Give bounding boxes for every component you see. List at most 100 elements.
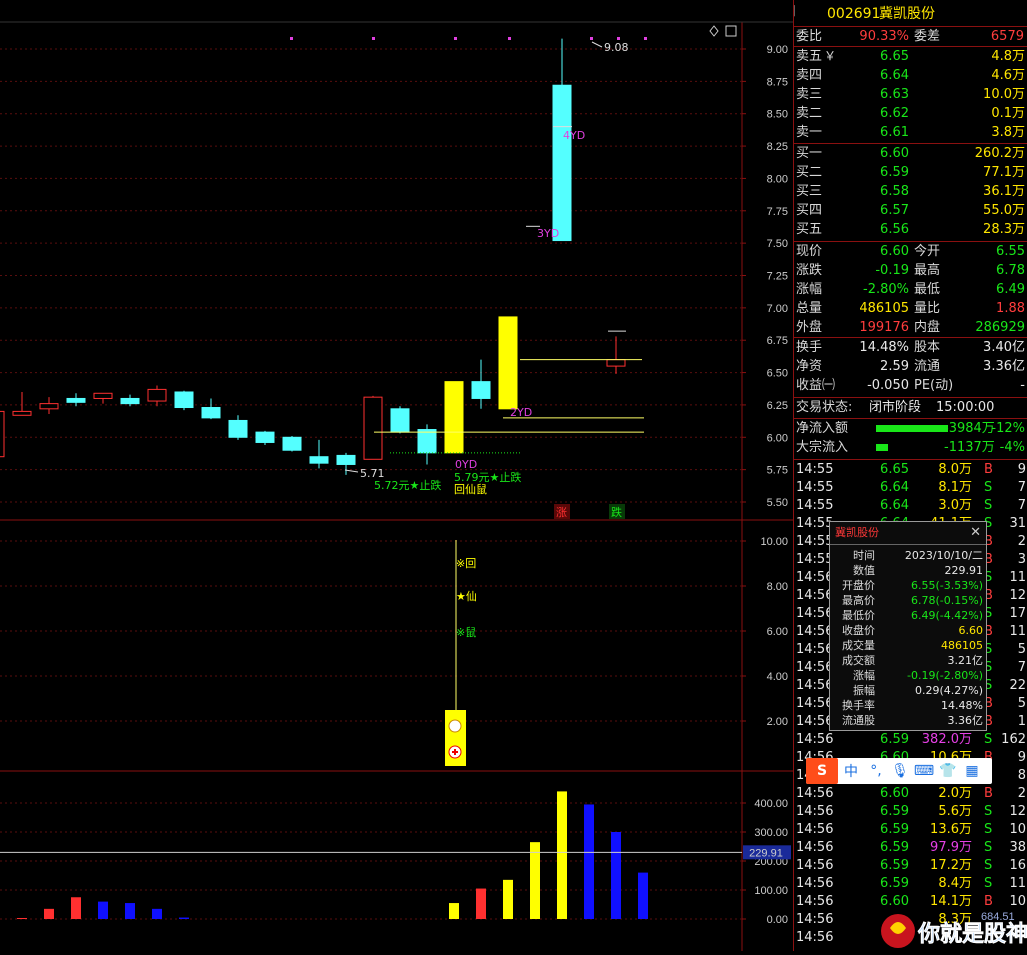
price-axis-label: 6.75	[767, 335, 788, 347]
order-level-label: 买一	[796, 146, 823, 161]
volume-axis-label: 100.00	[754, 885, 788, 897]
order-book-row[interactable]: 卖二 6.62 0.1万	[794, 104, 1027, 123]
tick-volume: 97.9万	[930, 840, 972, 855]
tick-volume: 2.0万	[938, 786, 972, 801]
tooltip-value: 2023/10/10/二	[904, 549, 983, 562]
tick-count: 2	[1017, 786, 1026, 801]
tick-price: 6.60	[880, 786, 909, 801]
ime-chinese-mode[interactable]: 中	[838, 761, 864, 781]
order-book-row[interactable]: 买四 6.57 55.0万	[794, 201, 1027, 220]
tooltip-row: 换手率 14.48%	[830, 698, 986, 713]
quote-value: 6.49	[996, 282, 1025, 297]
order-book-row[interactable]: 买五 6.56 28.3万	[794, 220, 1027, 239]
sogou-logo-icon[interactable]: S	[806, 758, 838, 784]
price-axis-label: 8.00	[767, 173, 788, 185]
tick-time: 14:56	[796, 588, 834, 603]
close-icon[interactable]: ✕	[970, 522, 981, 544]
trade-status-time: 15:00:00	[936, 400, 995, 415]
tick-time: 14:56	[796, 894, 834, 909]
order-book-row[interactable]: 买三 6.58 36.1万	[794, 182, 1027, 201]
order-volume: 260.2万	[974, 146, 1025, 161]
quote-label: 最低	[914, 282, 941, 297]
tick-time: 14:56	[796, 606, 834, 621]
order-price: 6.60	[880, 146, 909, 161]
volume-bar	[530, 842, 540, 919]
order-level-label: 买四	[796, 203, 823, 218]
order-volume: 36.1万	[983, 184, 1025, 199]
tick-row[interactable]: 14:56 6.59 17.2万 S 16	[794, 857, 1027, 875]
tick-row[interactable]: 14:56 6.59 97.9万 S 38	[794, 839, 1027, 857]
tooltip-key: 数值	[853, 564, 875, 577]
tick-price: 6.59	[880, 840, 909, 855]
candle-body	[390, 408, 410, 433]
tooltip-value: 3.21亿	[947, 654, 984, 667]
order-volume: 77.1万	[983, 165, 1025, 180]
tick-count: 11	[1009, 876, 1026, 891]
tick-row[interactable]: 14:55 6.64 8.1万 S 7	[794, 479, 1027, 497]
order-book-row[interactable]: 卖五 ￥ 6.65 4.8万	[794, 47, 1027, 66]
signal-dot	[454, 37, 457, 40]
order-book-row[interactable]: 买二 6.59 77.1万	[794, 163, 1027, 182]
order-book-row[interactable]: 卖三 6.63 10.0万	[794, 85, 1027, 104]
tick-row[interactable]: 14:56 6.60 2.0万 B 2	[794, 785, 1027, 803]
tick-row[interactable]: 14:56 6.59 13.6万 S 10	[794, 821, 1027, 839]
tick-time: 14:55	[796, 516, 834, 531]
microphone-icon[interactable]: 🎙	[888, 763, 912, 779]
finance-value: 14.48%	[859, 340, 909, 355]
punctuation-icon[interactable]: °,	[864, 763, 888, 779]
tick-count: 9	[1017, 462, 1026, 477]
watermark-logo: 你就是股神 684.51	[876, 908, 1027, 951]
tick-count: 31	[1009, 516, 1026, 531]
order-level-label: 卖三	[796, 87, 823, 102]
trade-status-label: 交易状态:	[796, 400, 853, 415]
price-axis-label: 6.25	[767, 400, 788, 412]
tooltip-value: 3.36亿	[947, 714, 984, 727]
tick-time: 14:56	[796, 696, 834, 711]
price-axis-label: 7.50	[767, 238, 788, 250]
order-price: 6.58	[880, 184, 909, 199]
order-book-row[interactable]: 卖一 6.61 3.8万	[794, 123, 1027, 142]
quote-label: 现价	[796, 244, 823, 259]
flow-row: 大宗流入 -1137万 -4%	[794, 438, 1027, 457]
tick-row[interactable]: 14:56 6.59 5.6万 S 12	[794, 803, 1027, 821]
price-axis-label: 5.50	[767, 497, 788, 509]
keyboard-icon[interactable]: ⌨	[912, 763, 936, 779]
weicha-value: 6579	[990, 29, 1024, 44]
order-volume: 28.3万	[983, 222, 1025, 237]
tick-time: 14:56	[796, 624, 834, 639]
tick-row[interactable]: 14:55 6.64 3.0万 S 7	[794, 497, 1027, 515]
tick-row[interactable]: 14:56 6.59 8.4万 S 11	[794, 875, 1027, 893]
tick-row[interactable]: 14:55 6.65 8.0万 B 9	[794, 461, 1027, 479]
stock-header: 002691 冀凯股份	[794, 3, 1027, 25]
tooltip-row: 成交量 486105	[830, 638, 986, 653]
order-price: 6.64	[880, 68, 909, 83]
trade-status-value: 闭市阶段	[869, 400, 922, 415]
signal-dot	[290, 37, 293, 40]
volume-bar	[557, 791, 567, 919]
tick-count: 3	[1017, 552, 1026, 567]
tick-row[interactable]: 14:56 6.59 382.0万 S 162	[794, 731, 1027, 749]
tooltip-title: 冀凯股份	[835, 526, 879, 539]
indicator-axis-label: 10.00	[760, 536, 788, 548]
tick-time: 14:56	[796, 678, 834, 693]
tooltip-value: 6.60	[958, 624, 984, 637]
tick-time: 14:56	[796, 714, 834, 729]
tick-count: 11	[1009, 570, 1026, 585]
volume-bar	[71, 897, 81, 919]
price-axis-label: 6.00	[767, 432, 788, 444]
order-book-row[interactable]: 买一 6.60 260.2万	[794, 144, 1027, 163]
signal-dot	[644, 37, 647, 40]
tooltip-row: 数值 229.91	[830, 563, 986, 578]
order-price: 6.63	[880, 87, 909, 102]
tooltip-row: 最高价 6.78(-0.15%)	[830, 593, 986, 608]
toolbox-icon[interactable]: ▦	[960, 763, 984, 779]
price-axis-label: 8.75	[767, 76, 788, 88]
indicator-axis-label: 4.00	[767, 671, 788, 683]
candle-body	[174, 391, 194, 409]
quote-value: 286929	[975, 320, 1025, 335]
tick-side: S	[984, 732, 993, 747]
order-book-row[interactable]: 卖四 6.64 4.6万	[794, 66, 1027, 85]
tick-volume: 5.6万	[938, 804, 972, 819]
ime-toolbar[interactable]: S 中 °, 🎙 ⌨ 👕 ▦	[806, 758, 992, 784]
skin-icon[interactable]: 👕	[936, 763, 960, 779]
